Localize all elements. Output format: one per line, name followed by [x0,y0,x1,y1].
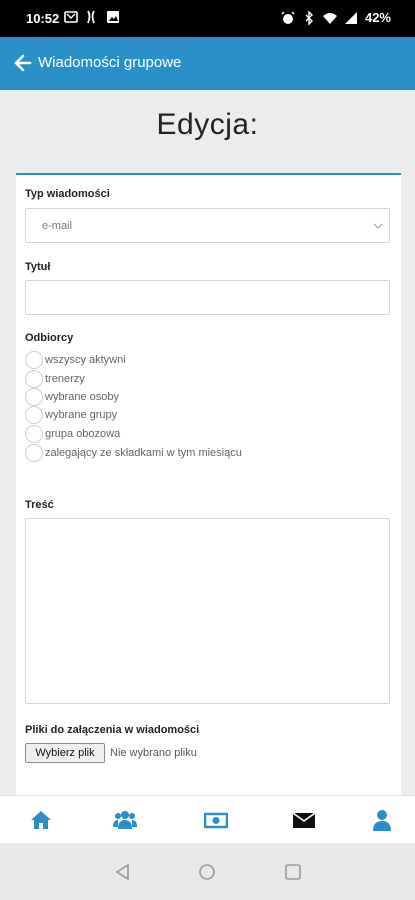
money-icon [203,812,229,829]
recipient-option-label: trenerzy [45,373,85,385]
recipient-option[interactable]: zalegający ze składkami w tym miesiącu [25,444,242,462]
title-label: Tytuł [25,261,51,273]
radio-button[interactable] [25,406,43,424]
wifi-icon [322,12,337,24]
attachments-label: Pliki do załączenia w wiadomości [25,724,200,736]
back-triangle-icon[interactable] [114,863,132,881]
message-form: Typ wiadomości e-mail Tytuł Odbiorcy wsz… [16,173,401,795]
recipient-option-label: grupa obozowa [45,428,121,440]
home-icon [31,811,51,829]
recipients-label: Odbiorcy [25,332,74,344]
message-type-value: e-mail [42,220,72,232]
nav-home[interactable] [29,808,53,832]
recipient-option[interactable]: wybrane osoby [25,388,119,406]
chevron-down-icon [373,223,383,229]
recipient-option-label: wybrane osoby [45,391,119,403]
system-nav-bar [0,843,415,900]
nav-messages[interactable] [292,808,316,832]
recipient-option-label: wybrane grupy [45,409,118,421]
user-icon [373,810,391,831]
recipient-option[interactable]: wybrane grupy [25,406,117,424]
outlook-icon [64,11,78,23]
arrow-left-icon[interactable] [14,54,32,72]
message-type-label: Typ wiadomości [25,188,110,200]
radio-button[interactable] [25,425,43,443]
nav-payments[interactable] [203,808,229,832]
home-circle-icon[interactable] [198,863,216,881]
content-textarea[interactable] [25,518,390,704]
choose-file-button[interactable]: Wybierz plik [25,743,105,763]
fitness-icon [87,10,95,24]
recipient-option[interactable]: wszyscy aktywni [25,351,126,369]
nav-users[interactable] [113,808,137,832]
radio-button[interactable] [25,370,43,388]
file-status: Nie wybrano pliku [110,747,197,759]
recents-square-icon[interactable] [284,863,302,881]
recipient-option[interactable]: grupa obozowa [25,425,120,443]
message-type-select[interactable]: e-mail [25,208,390,243]
recipient-option-label: zalegający ze składkami w tym miesiącu [45,447,242,459]
alarm-icon [281,10,295,24]
bluetooth-icon [305,10,313,25]
recipient-option[interactable]: trenerzy [25,370,85,388]
page-title: Edycja: [156,108,259,141]
bottom-nav [0,795,415,843]
system-status-icons: 42% [281,10,391,25]
image-icon [107,11,119,23]
envelope-icon [292,812,316,828]
app-bar-title: Wiadomości grupowe [38,54,182,71]
nav-profile[interactable] [370,808,394,832]
battery-percent: 42% [364,10,391,25]
users-icon [113,811,137,829]
title-input[interactable] [25,280,390,315]
content-label: Treść [25,499,54,511]
app-bar: Wiadomości grupowe [0,37,415,90]
radio-button[interactable] [25,444,43,462]
status-time: 10:52 [26,11,60,26]
status-bar: 10:52 42% [0,0,415,37]
signal-icon [344,11,357,24]
radio-button[interactable] [25,351,43,369]
radio-button[interactable] [25,388,43,406]
recipient-option-label: wszyscy aktywni [45,354,126,366]
notification-icons [64,10,120,24]
